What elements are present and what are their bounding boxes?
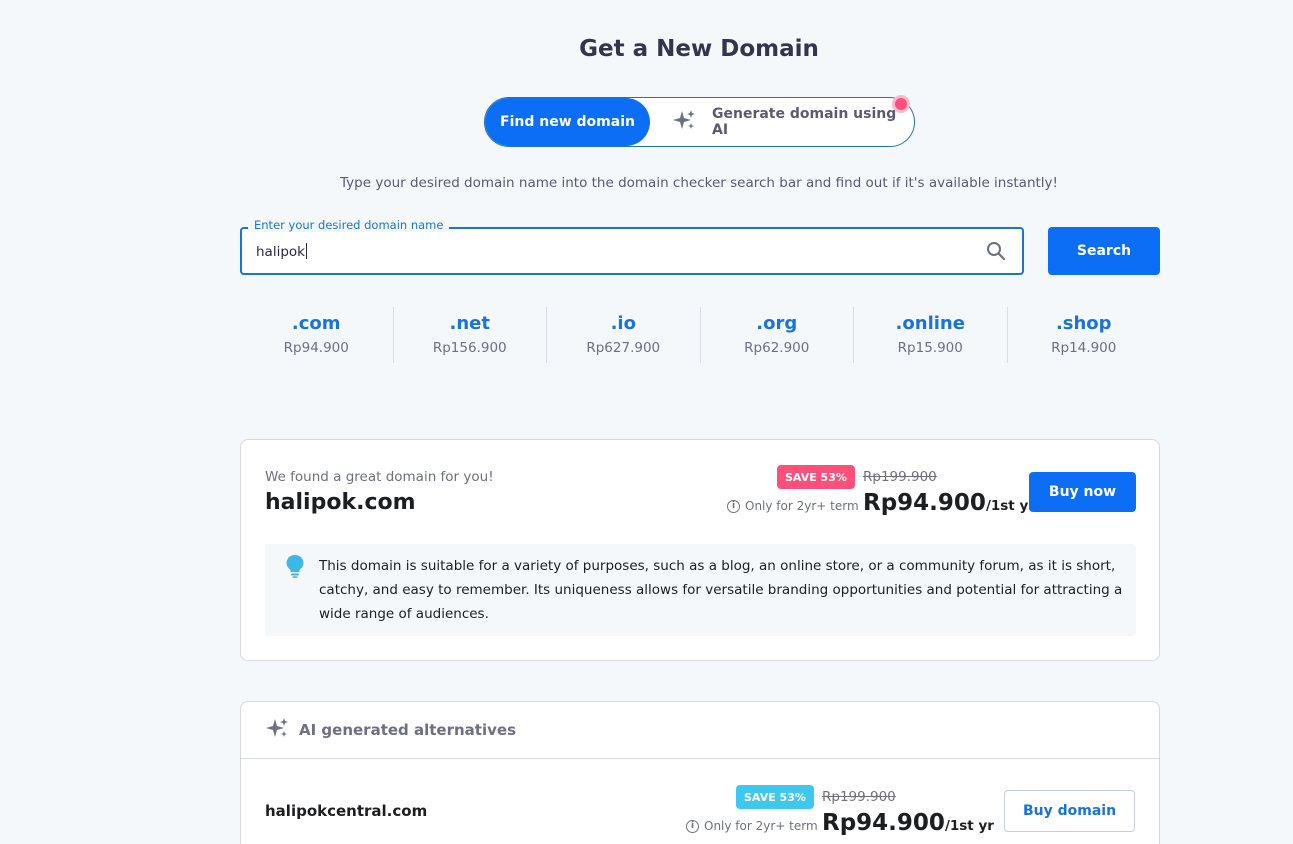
lightbulb-icon (285, 554, 305, 582)
mode-toggle: Find new domain Generate domain using AI (484, 95, 915, 147)
tld-item-com[interactable]: .com Rp94.900 (240, 307, 393, 363)
ai-alternatives-card: AI generated alternatives halipokcentral… (240, 701, 1160, 844)
term-note: i Only for 2yr+ term (686, 819, 818, 833)
found-domain-name: halipok.com (265, 490, 416, 515)
info-icon: i (686, 819, 699, 833)
tld-price: Rp156.900 (432, 340, 507, 356)
alt-domain-name: halipokcentral.com (265, 802, 428, 820)
term-note: i Only for 2yr+ term (727, 499, 859, 513)
subtitle: Type your desired domain name into the d… (340, 175, 1058, 191)
save-badge: SAVE 53% (736, 785, 814, 809)
tld-price: Rp15.900 (897, 340, 963, 356)
buy-now-button[interactable]: Buy now (1029, 472, 1136, 512)
price: Rp94.900/1st yr (863, 490, 1035, 516)
search-icon[interactable] (986, 241, 1006, 265)
tld-price: Rp62.900 (744, 340, 810, 356)
tld-item-net[interactable]: .net Rp156.900 (392, 307, 547, 363)
tld-name: .shop (1055, 313, 1112, 334)
tld-item-online[interactable]: .online Rp15.900 (853, 307, 1007, 363)
tld-name: .com (291, 313, 341, 334)
tld-price: Rp627.900 (586, 340, 661, 356)
price-period: /1st yr (985, 498, 1035, 514)
tld-price-list: .com Rp94.900 .net Rp156.900 .io Rp627.9… (240, 307, 1160, 363)
old-price: Rp199.900 (863, 469, 937, 485)
ai-alternatives-title: AI generated alternatives (299, 721, 516, 739)
term-note-text: Only for 2yr+ term (745, 499, 859, 513)
sparkles-icon (265, 716, 289, 744)
tld-name: .io (610, 313, 636, 334)
tld-item-org[interactable]: .org Rp62.900 (699, 307, 854, 363)
domain-search-input[interactable]: Enter your desired domain name halipok (240, 218, 1024, 275)
find-new-domain-tab[interactable]: Find new domain (485, 98, 650, 146)
save-badge: SAVE 53% (777, 465, 855, 489)
tld-price: Rp94.900 (283, 340, 349, 356)
price-amount: Rp94.900 (863, 490, 986, 516)
tld-price: Rp14.900 (1051, 340, 1117, 356)
page-title: Get a New Domain (579, 36, 819, 62)
domain-result-card: We found a great domain for you! halipok… (240, 439, 1160, 661)
ai-alternatives-header: AI generated alternatives (241, 702, 1159, 759)
price-period: /1st yr (944, 818, 994, 834)
term-note-text: Only for 2yr+ term (704, 819, 818, 833)
notification-dot (892, 95, 910, 113)
generate-ai-tab[interactable]: Generate domain using AI (672, 98, 914, 146)
price: Rp94.900/1st yr (822, 810, 994, 836)
price-amount: Rp94.900 (822, 810, 945, 836)
tld-item-io[interactable]: .io Rp627.900 (546, 307, 700, 363)
info-icon: i (727, 499, 740, 513)
domain-description: This domain is suitable for a variety of… (265, 544, 1136, 636)
search-input-label: Enter your desired domain name (248, 218, 450, 232)
generate-ai-label: Generate domain using AI (712, 106, 897, 138)
tld-name: .net (449, 313, 490, 334)
sparkles-icon (672, 108, 696, 136)
search-button[interactable]: Search (1048, 227, 1160, 275)
tld-item-shop[interactable]: .shop Rp14.900 (1006, 307, 1161, 363)
search-input-value[interactable]: halipok (256, 243, 307, 260)
tld-name: .online (895, 313, 965, 334)
found-label: We found a great domain for you! (265, 469, 494, 485)
description-text: This domain is suitable for a variety of… (319, 558, 1123, 622)
buy-domain-button[interactable]: Buy domain (1004, 790, 1135, 832)
tld-name: .org (756, 313, 798, 334)
old-price: Rp199.900 (822, 789, 896, 805)
